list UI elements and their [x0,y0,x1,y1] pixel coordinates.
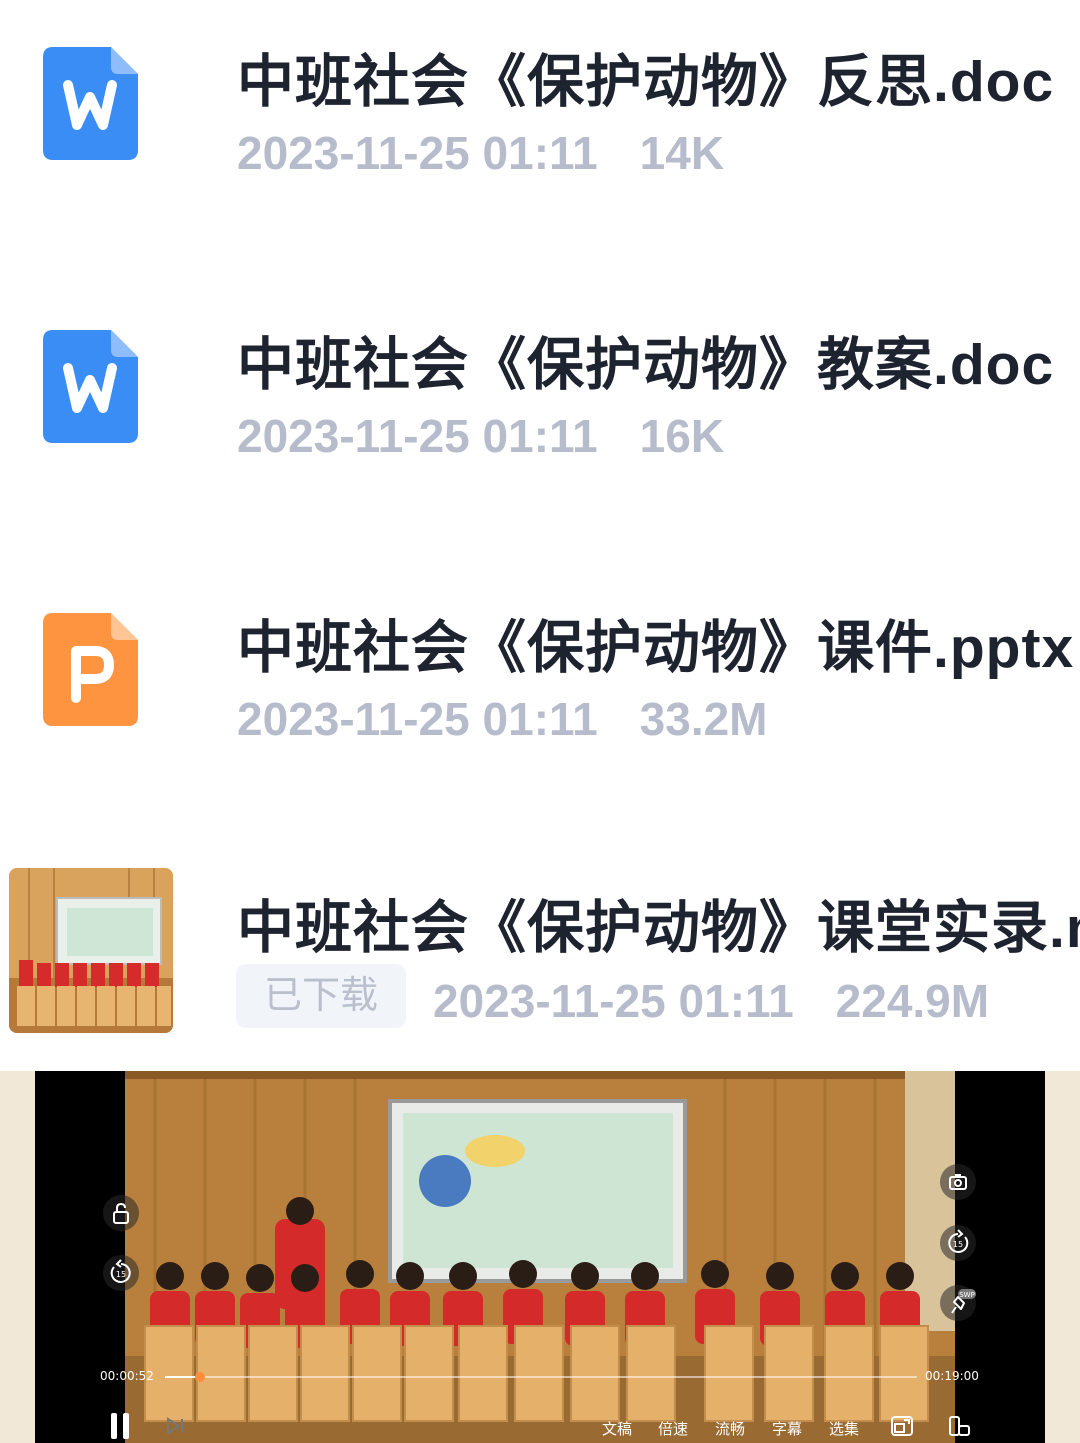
file-meta: 2023-11-25 01:11 33.2M [237,692,768,746]
file-meta: 2023-11-25 01:11 14K [237,126,724,180]
file-name: 中班社会《保护动物》反思.doc [237,50,1055,114]
video-thumbnail [9,868,173,1033]
subtitle-button[interactable]: 字幕 [772,1418,802,1439]
file-size: 33.2M [639,693,768,745]
swp-label: SWP [959,1291,975,1299]
file-date: 2023-11-25 01:11 [237,410,598,462]
episodes-button[interactable]: 选集 [829,1418,859,1439]
replay-15-icon[interactable]: 15 [103,1255,139,1291]
file-size: 16K [639,410,725,462]
swp-pin-icon[interactable]: SWP [940,1285,976,1321]
screenshot-camera-icon[interactable] [940,1164,976,1200]
file-meta: 2023-11-25 01:11 224.9M [433,974,989,1028]
quality-button[interactable]: 流畅 [715,1418,745,1439]
file-item[interactable]: 中班社会《保护动物》反思.doc 2023-11-25 01:11 14K [0,0,1080,280]
forward-15-icon[interactable]: 15 [940,1225,976,1261]
pause-icon[interactable] [111,1413,133,1439]
file-name: 中班社会《保护动物》课堂实录.mp4 [237,896,1080,960]
file-date: 2023-11-25 01:11 [237,693,598,745]
rotate-fullscreen-icon[interactable] [947,1415,971,1437]
pip-icon[interactable] [890,1415,914,1437]
ppt-icon [43,613,138,726]
next-episode-icon[interactable] [165,1416,187,1436]
lock-icon[interactable] [103,1195,139,1231]
file-size: 14K [639,127,725,179]
word-doc-icon [43,47,138,160]
video-frame [125,1071,955,1443]
file-item[interactable]: 中班社会《保护动物》课堂实录.mp4 已下载 2023-11-25 01:112… [0,868,1080,1043]
word-doc-icon [43,330,138,443]
file-name: 中班社会《保护动物》教案.doc [237,333,1055,397]
replay-seconds: 15 [116,1270,126,1279]
file-date: 2023-11-25 01:11 [433,975,794,1027]
current-time: 00:00:52 [100,1369,154,1383]
downloaded-badge: 已下载 [236,964,406,1028]
file-name: 中班社会《保护动物》课件.pptx [237,616,1075,680]
progress-bar[interactable] [165,1372,917,1382]
file-item[interactable]: 中班社会《保护动物》教案.doc 2023-11-25 01:11 16K [0,283,1080,563]
file-date: 2023-11-25 01:11 [237,127,598,179]
forward-seconds: 15 [953,1240,963,1249]
video-player[interactable]: 15 15 SWP 00:00:52 00:19:00 文稿 倍速 流畅 字幕 … [35,1071,1045,1443]
file-meta: 2023-11-25 01:11 16K [237,409,724,463]
total-time: 00:19:00 [925,1369,979,1383]
progress-knob[interactable] [195,1372,205,1382]
file-size: 224.9M [835,975,990,1027]
transcript-button[interactable]: 文稿 [602,1418,632,1439]
speed-button[interactable]: 倍速 [658,1418,688,1439]
file-item[interactable]: 中班社会《保护动物》课件.pptx 2023-11-25 01:11 33.2M [0,566,1080,846]
